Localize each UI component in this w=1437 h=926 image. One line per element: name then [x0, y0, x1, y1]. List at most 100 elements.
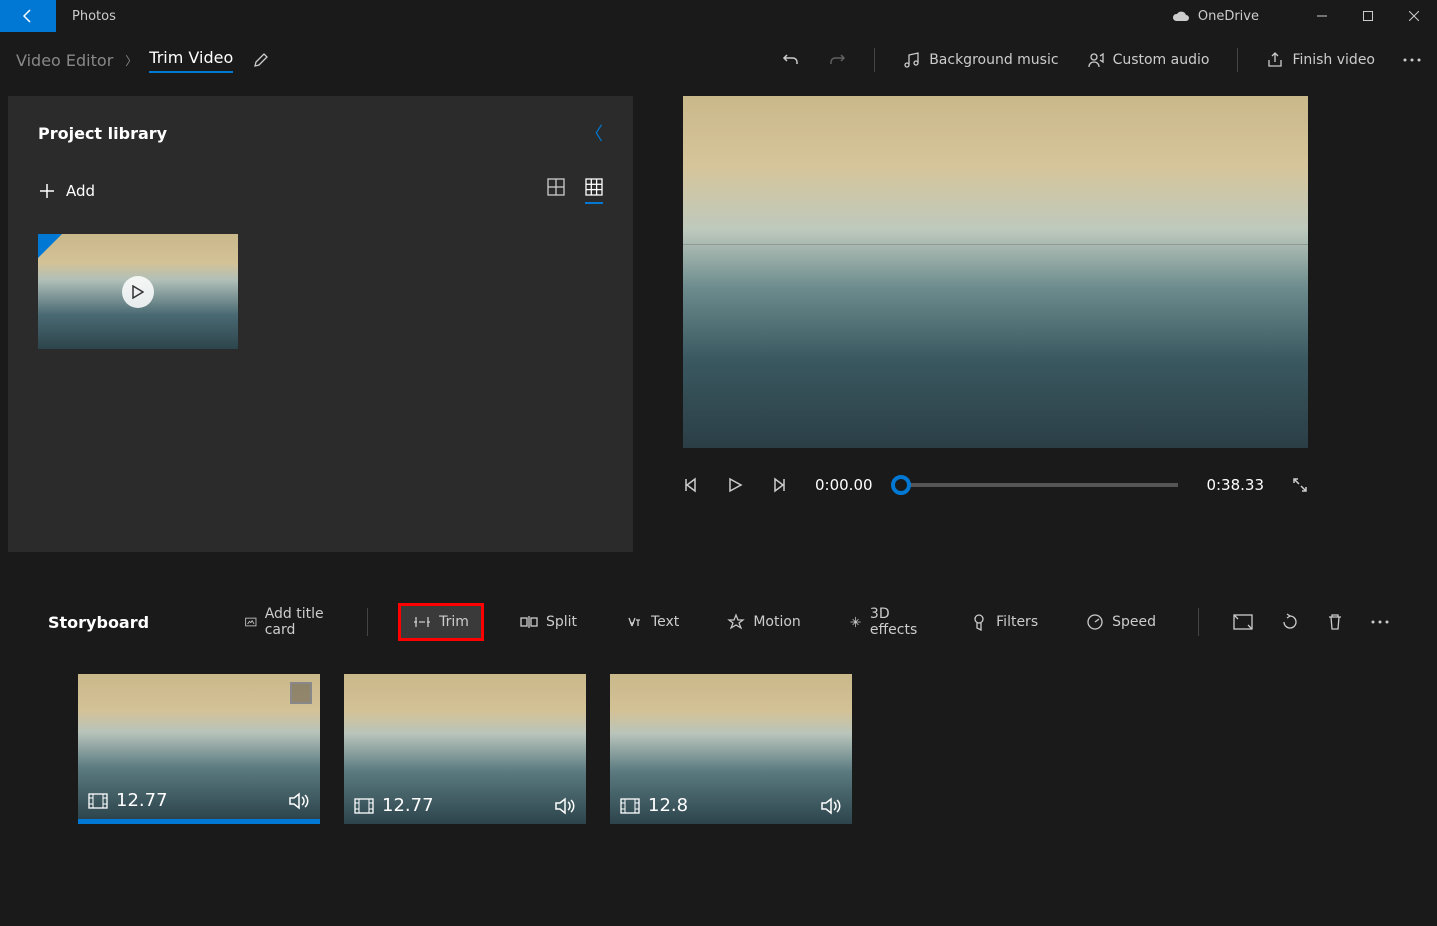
- clip-duration: 12.77: [116, 790, 168, 811]
- speed-label: Speed: [1112, 614, 1156, 630]
- library-header: Project library 〈: [38, 120, 603, 146]
- window-controls: [1299, 0, 1437, 32]
- more-button[interactable]: [1403, 58, 1421, 62]
- filters-label: Filters: [996, 614, 1038, 630]
- add-media-button[interactable]: Add: [38, 182, 95, 200]
- undo-icon: [782, 51, 800, 69]
- play-button[interactable]: [727, 477, 743, 493]
- minimize-button[interactable]: [1299, 0, 1345, 32]
- clip-footer: 12.8: [620, 795, 842, 816]
- step-forward-icon: [771, 477, 787, 493]
- rotate-icon: [1281, 613, 1299, 631]
- next-frame-button[interactable]: [771, 477, 787, 493]
- project-library-panel: Project library 〈 Add: [8, 96, 633, 552]
- clip-footer: 12.77: [354, 795, 576, 816]
- delete-button[interactable]: [1327, 613, 1343, 631]
- split-icon: [520, 615, 538, 629]
- prev-frame-button[interactable]: [683, 477, 699, 493]
- play-icon: [132, 285, 144, 299]
- motion-button[interactable]: Motion: [715, 605, 812, 639]
- redo-button[interactable]: [828, 51, 846, 69]
- more-icon: [1371, 620, 1389, 624]
- close-button[interactable]: [1391, 0, 1437, 32]
- trash-icon: [1327, 613, 1343, 631]
- onedrive-label: OneDrive: [1198, 9, 1259, 24]
- storyboard-clips: 12.77 12.77 12.8: [0, 650, 1437, 824]
- onedrive-status[interactable]: OneDrive: [1172, 9, 1259, 24]
- large-grid-icon: [547, 178, 565, 196]
- film-icon: [354, 798, 374, 814]
- resize-button[interactable]: [1233, 614, 1253, 630]
- clip-volume-button[interactable]: [820, 797, 842, 815]
- motion-icon: [727, 613, 745, 631]
- storyboard-clip[interactable]: 12.77: [78, 674, 320, 824]
- timeline-scrubber[interactable]: [901, 483, 1179, 487]
- back-button[interactable]: [0, 0, 56, 32]
- split-button[interactable]: Split: [508, 606, 589, 638]
- 3d-effects-button[interactable]: 3D effects: [837, 598, 934, 646]
- trim-label: Trim: [439, 614, 469, 630]
- fullscreen-button[interactable]: [1292, 477, 1308, 493]
- rotate-button[interactable]: [1281, 613, 1299, 631]
- clip-volume-button[interactable]: [288, 792, 310, 810]
- command-bar: Video Editor 〉 Trim Video Background mus…: [0, 32, 1437, 88]
- minimize-icon: [1317, 11, 1327, 21]
- play-overlay: [122, 276, 154, 308]
- resize-icon: [1233, 614, 1253, 630]
- edit-name-button[interactable]: [253, 52, 269, 68]
- clip-footer: 12.77: [88, 790, 310, 811]
- volume-icon: [554, 797, 576, 815]
- divider: [1198, 608, 1199, 636]
- redo-icon: [828, 51, 846, 69]
- export-icon: [1266, 51, 1284, 69]
- large-grid-view-button[interactable]: [547, 178, 565, 204]
- play-icon: [727, 477, 743, 493]
- clip-select-checkbox[interactable]: [290, 682, 312, 704]
- add-title-card-button[interactable]: Add title card: [233, 598, 337, 646]
- storyboard-clip[interactable]: 12.8: [610, 674, 852, 824]
- add-label: Add: [66, 182, 95, 200]
- volume-icon: [820, 797, 842, 815]
- text-button[interactable]: Text: [613, 606, 691, 638]
- divider: [1237, 48, 1238, 72]
- add-title-card-label: Add title card: [265, 606, 326, 638]
- trim-button[interactable]: Trim: [398, 603, 484, 641]
- storyboard-clip[interactable]: 12.77: [344, 674, 586, 824]
- close-icon: [1409, 11, 1419, 21]
- library-toolbar: Add: [38, 178, 603, 204]
- breadcrumb-current[interactable]: Trim Video: [149, 48, 233, 73]
- finish-video-button[interactable]: Finish video: [1266, 51, 1375, 69]
- text-label: Text: [651, 614, 679, 630]
- pencil-icon: [253, 52, 269, 68]
- horizon-line: [683, 244, 1308, 245]
- film-icon: [88, 793, 108, 809]
- filters-button[interactable]: Filters: [958, 605, 1050, 639]
- volume-icon: [288, 792, 310, 810]
- person-audio-icon: [1087, 51, 1105, 69]
- background-music-button[interactable]: Background music: [903, 51, 1058, 69]
- storyboard-title: Storyboard: [48, 613, 149, 632]
- speed-icon: [1086, 613, 1104, 631]
- video-preview[interactable]: [683, 96, 1308, 448]
- storyboard-toolbar: Storyboard Add title card Trim Split Tex…: [0, 594, 1437, 650]
- maximize-button[interactable]: [1345, 0, 1391, 32]
- speed-button[interactable]: Speed: [1074, 605, 1168, 639]
- library-clip-thumbnail[interactable]: [38, 234, 238, 349]
- titlebar: Photos OneDrive: [0, 0, 1437, 32]
- small-grid-view-button[interactable]: [585, 178, 603, 204]
- custom-audio-button[interactable]: Custom audio: [1087, 51, 1210, 69]
- undo-button[interactable]: [782, 51, 800, 69]
- split-label: Split: [546, 614, 577, 630]
- clip-duration: 12.77: [382, 795, 434, 816]
- collapse-library-button[interactable]: 〈: [585, 120, 603, 146]
- main-area: Project library 〈 Add: [0, 88, 1437, 552]
- cloud-icon: [1172, 10, 1190, 22]
- more-icon: [1403, 58, 1421, 62]
- breadcrumb-root[interactable]: Video Editor: [16, 51, 113, 70]
- storyboard-more-button[interactable]: [1371, 620, 1389, 624]
- 3d-effects-label: 3D effects: [870, 606, 922, 638]
- total-time: 0:38.33: [1206, 476, 1264, 494]
- scrub-handle[interactable]: [891, 475, 911, 495]
- clip-volume-button[interactable]: [554, 797, 576, 815]
- text-icon: [625, 615, 643, 629]
